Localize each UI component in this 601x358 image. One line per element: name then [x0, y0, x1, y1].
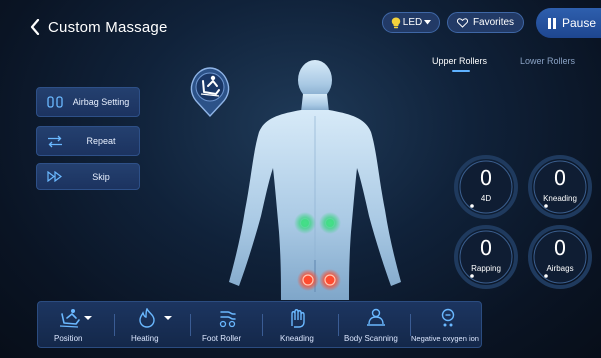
separator	[338, 314, 339, 336]
negative-oxygen-ion-button[interactable]: Negative oxygen ion	[411, 302, 482, 349]
pause-label: Pause	[562, 16, 597, 30]
body-scanning-label: Body Scanning	[344, 334, 398, 343]
gauge-kneading-value: 0	[553, 166, 567, 190]
body-scanning-icon	[367, 308, 385, 326]
bottom-function-bar: Position Heating Foot Roller Kneading Bo…	[37, 301, 482, 348]
airbag-setting-button[interactable]: Airbag Setting	[36, 87, 140, 117]
repeat-icon	[41, 135, 69, 148]
body-figure	[229, 60, 401, 300]
heart-icon	[456, 17, 468, 28]
foot-roller-button[interactable]: Foot Roller	[196, 302, 258, 349]
heating-label: Heating	[131, 334, 159, 343]
skip-button[interactable]: Skip	[36, 163, 140, 190]
led-button[interactable]: LED	[382, 12, 440, 33]
skip-icon	[41, 171, 69, 182]
separator	[410, 314, 411, 336]
massage-screen: Custom Massage LED Favorites Pause Upper…	[0, 0, 601, 358]
gauge-kneading[interactable]: 0 Kneading	[527, 154, 593, 220]
favorites-label: Favorites	[472, 17, 515, 28]
position-icon	[59, 309, 92, 328]
position-label: Position	[54, 334, 83, 343]
tab-lower-rollers[interactable]: Lower Rollers	[520, 56, 575, 66]
negative-oxygen-ion-icon	[441, 308, 455, 327]
kneading-button[interactable]: Kneading	[268, 302, 330, 349]
gauge-rapping-label: Rapping	[471, 264, 501, 273]
gauge-4d-value: 0	[479, 166, 493, 190]
back-chevron-icon	[30, 19, 40, 35]
lightbulb-icon	[391, 17, 400, 28]
led-label: LED	[402, 17, 423, 28]
heating-icon	[139, 308, 172, 328]
separator	[190, 314, 191, 336]
back-button[interactable]: Custom Massage	[30, 16, 168, 38]
separator	[114, 314, 115, 336]
gauge-rapping[interactable]: 0 Rapping	[453, 224, 519, 290]
caret-down-icon	[424, 20, 432, 25]
kneading-label: Kneading	[280, 334, 314, 343]
gauge-airbags-label: Airbags	[546, 264, 574, 273]
airbag-icon	[41, 96, 69, 108]
kneading-icon	[291, 309, 305, 328]
gauge-4d-label: 4D	[480, 194, 492, 203]
page-title: Custom Massage	[48, 18, 168, 36]
pause-icon	[548, 17, 556, 29]
repeat-label: Repeat	[86, 136, 116, 146]
position-button[interactable]: Position	[46, 302, 108, 349]
favorites-button[interactable]: Favorites	[447, 12, 524, 33]
active-tab-indicator	[452, 70, 470, 72]
gauge-kneading-label: Kneading	[543, 194, 577, 203]
gauge-airbags[interactable]: 0 Airbags	[527, 224, 593, 290]
skip-label: Skip	[92, 171, 110, 182]
airbag-setting-label: Airbag Setting	[72, 97, 130, 107]
foot-roller-label: Foot Roller	[202, 334, 242, 343]
pause-button[interactable]: Pause	[536, 8, 601, 38]
gauge-airbags-value: 0	[553, 236, 567, 260]
tab-upper-rollers[interactable]: Upper Rollers	[432, 56, 487, 66]
foot-roller-icon	[219, 311, 236, 328]
negative-oxygen-ion-label: Negative oxygen ion	[411, 334, 479, 343]
repeat-button[interactable]: Repeat	[36, 126, 140, 156]
gauge-rapping-value: 0	[479, 236, 493, 260]
body-scanning-button[interactable]: Body Scanning	[342, 302, 408, 349]
gauge-4d[interactable]: 0 4D	[453, 154, 519, 220]
separator	[262, 314, 263, 336]
heating-button[interactable]: Heating	[122, 302, 186, 349]
